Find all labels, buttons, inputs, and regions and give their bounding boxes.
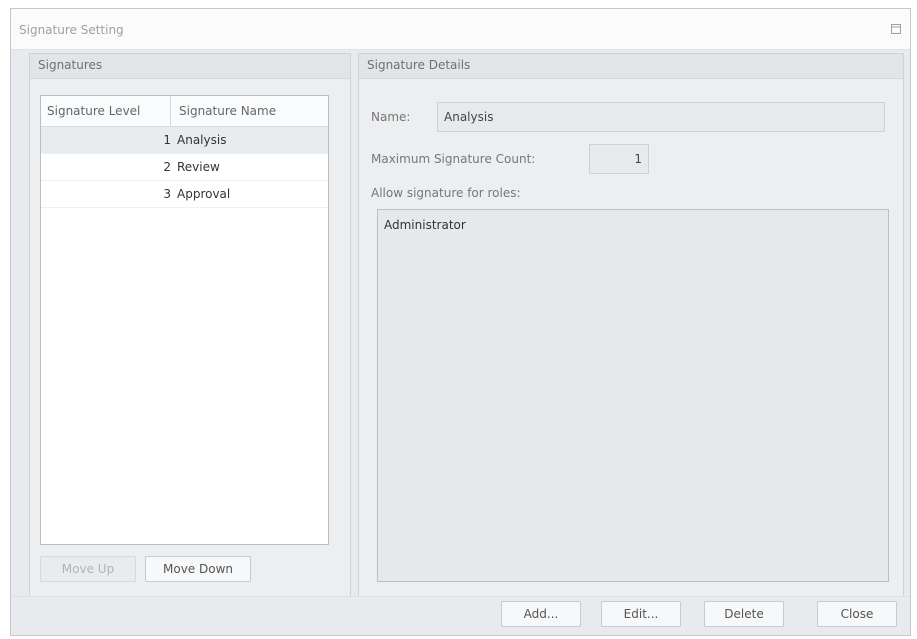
table-row[interactable]: 3 Approval (41, 181, 328, 208)
table-header: Signature Level Signature Name (41, 96, 328, 127)
move-down-button[interactable]: Move Down (145, 556, 251, 582)
signature-name-cell: Approval (177, 187, 231, 201)
signature-level-cell: 3 (163, 187, 171, 201)
maximize-icon[interactable] (891, 24, 901, 34)
column-header-level[interactable]: Signature Level (41, 96, 171, 126)
allowed-roles-label: Allow signature for roles: (371, 186, 521, 200)
max-signature-count-input[interactable]: 1 (589, 144, 649, 174)
signature-level-cell: 1 (163, 133, 171, 147)
move-up-button[interactable]: Move Up (40, 556, 136, 582)
list-item[interactable]: Administrator (384, 218, 882, 232)
signature-level-cell: 2 (163, 160, 171, 174)
footer-bar: Add... Edit... Delete Close (11, 596, 910, 635)
column-header-name[interactable]: Signature Name (171, 96, 328, 126)
delete-button[interactable]: Delete (704, 601, 784, 627)
signature-name-cell: Review (177, 160, 220, 174)
name-label: Name: (371, 110, 411, 124)
signatures-header: Signatures (30, 54, 350, 79)
table-row[interactable]: 2 Review (41, 154, 328, 181)
edit-button[interactable]: Edit... (601, 601, 681, 627)
signatures-table: Signature Level Signature Name 1 Analysi… (40, 95, 329, 545)
add-button[interactable]: Add... (501, 601, 581, 627)
title-bar: Signature Setting (11, 9, 910, 50)
signature-setting-window: Signature Setting Signatures Signature L… (10, 8, 911, 636)
roles-list[interactable]: Administrator (377, 209, 889, 582)
signature-name-cell: Analysis (177, 133, 227, 147)
signatures-group: Signatures Signature Level Signature Nam… (29, 53, 351, 603)
close-button[interactable]: Close (817, 601, 897, 627)
name-input[interactable]: Analysis (437, 102, 885, 132)
max-signature-count-label: Maximum Signature Count: (371, 152, 536, 166)
window-title: Signature Setting (19, 23, 124, 37)
signature-details-group: Signature Details Name: Analysis Maximum… (358, 53, 904, 603)
signature-details-header: Signature Details (359, 54, 903, 79)
table-row[interactable]: 1 Analysis (41, 127, 328, 154)
